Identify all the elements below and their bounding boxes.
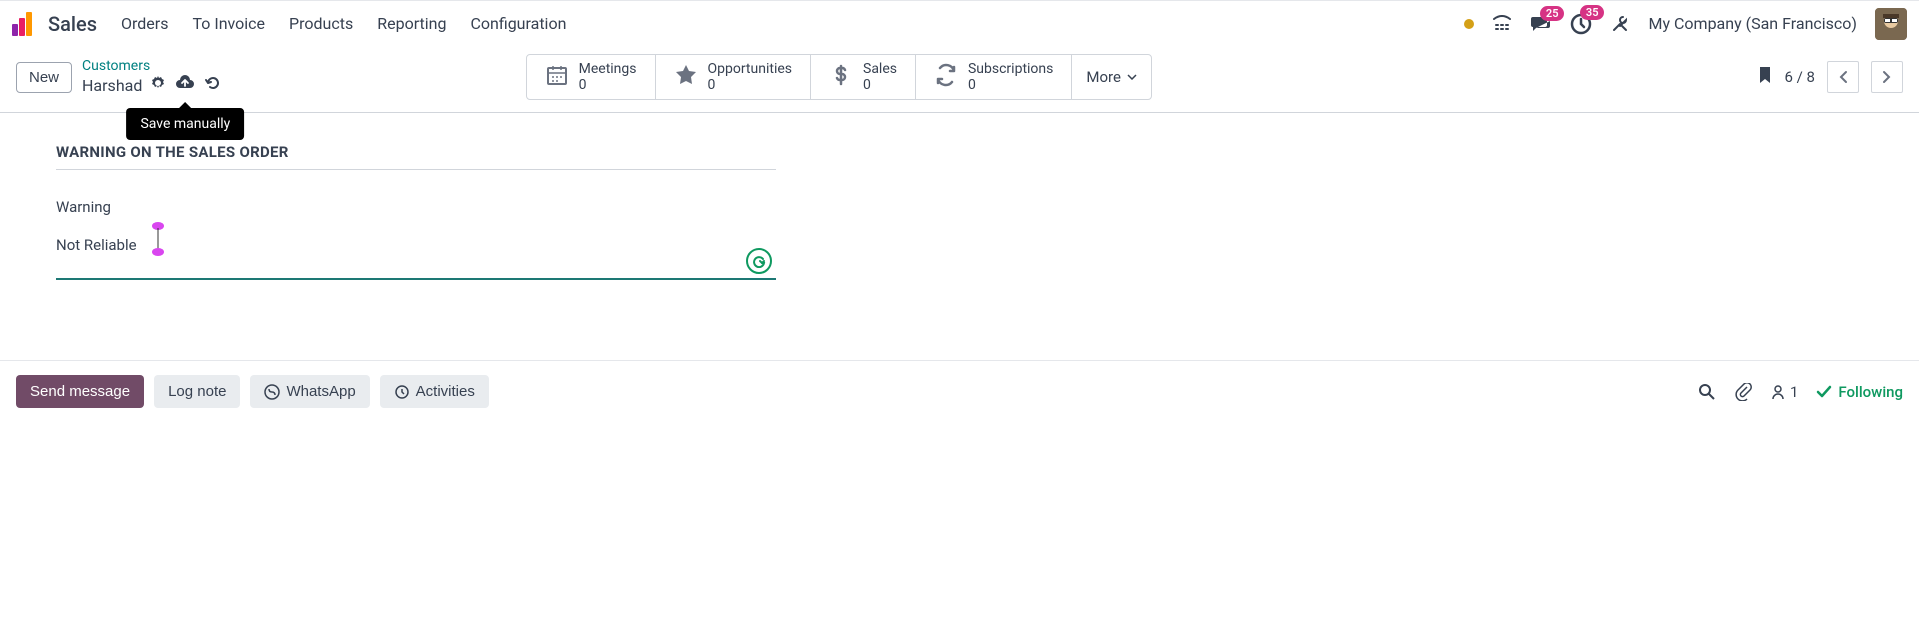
pager-prev-button[interactable]: [1827, 61, 1859, 93]
refresh-icon: [934, 63, 958, 91]
person-icon: [1770, 384, 1786, 400]
discard-icon[interactable]: [204, 74, 222, 96]
user-avatar[interactable]: [1875, 8, 1907, 40]
caret-down-icon: [1127, 74, 1137, 80]
stat-label: Sales: [863, 61, 897, 77]
bookmark-icon[interactable]: [1758, 66, 1772, 88]
check-icon: [1816, 385, 1832, 399]
tray-icon[interactable]: [1492, 15, 1512, 33]
grammarly-icon[interactable]: [746, 248, 772, 274]
followers-button[interactable]: 1: [1770, 383, 1798, 401]
stat-value: 0: [968, 77, 1053, 93]
breadcrumb-current: Harshad: [82, 76, 142, 95]
top-navbar: Sales Orders To Invoice Products Reporti…: [0, 0, 1919, 46]
stat-value: 0: [579, 77, 637, 93]
stat-sales[interactable]: Sales 0: [811, 55, 916, 99]
app-name[interactable]: Sales: [48, 12, 97, 36]
control-panel: New Customers Harshad Save manually Meet…: [0, 46, 1919, 113]
warning-label: Warning: [56, 198, 776, 216]
pager-next-button[interactable]: [1871, 61, 1903, 93]
messages-icon[interactable]: 25: [1530, 14, 1552, 34]
whatsapp-icon: [264, 384, 280, 400]
stat-value: 0: [708, 77, 793, 93]
menu-configuration[interactable]: Configuration: [470, 14, 566, 33]
log-note-button[interactable]: Log note: [154, 375, 240, 408]
stat-value: 0: [863, 77, 897, 93]
stat-more[interactable]: More: [1072, 55, 1151, 99]
gear-icon[interactable]: [150, 75, 166, 95]
more-label: More: [1086, 68, 1121, 86]
status-indicator-icon: [1464, 19, 1474, 29]
warning-input[interactable]: [56, 236, 776, 254]
breadcrumb: Customers Harshad Save manually: [82, 58, 222, 96]
send-message-button[interactable]: Send message: [16, 375, 144, 408]
dollar-icon: [829, 63, 853, 91]
whatsapp-button[interactable]: WhatsApp: [250, 375, 369, 408]
menu-to-invoice[interactable]: To Invoice: [192, 14, 265, 33]
menu-reporting[interactable]: Reporting: [377, 14, 446, 33]
stat-label: Subscriptions: [968, 61, 1053, 77]
main-menu: Orders To Invoice Products Reporting Con…: [121, 14, 566, 33]
search-icon[interactable]: [1698, 383, 1716, 401]
stat-buttons: Meetings 0 Opportunities 0 Sales 0: [526, 54, 1152, 100]
breadcrumb-parent[interactable]: Customers: [82, 58, 222, 74]
stat-label: Meetings: [579, 61, 637, 77]
following-button[interactable]: Following: [1816, 383, 1903, 401]
stat-subscriptions[interactable]: Subscriptions 0: [916, 55, 1072, 99]
activities-icon[interactable]: 35: [1570, 13, 1592, 35]
save-tooltip: Save manually: [126, 108, 244, 140]
pager: 6 / 8: [1758, 61, 1903, 93]
new-button[interactable]: New: [16, 62, 72, 93]
activities-button[interactable]: Activities: [380, 375, 489, 408]
activities-badge: 35: [1580, 5, 1605, 20]
section-title: WARNING ON THE SALES ORDER: [56, 143, 776, 170]
chatter-toolbar: Send message Log note WhatsApp Activitie…: [0, 360, 1919, 422]
stat-opportunities[interactable]: Opportunities 0: [656, 55, 812, 99]
star-icon: [674, 63, 698, 91]
attachment-icon[interactable]: [1734, 383, 1752, 401]
calendar-icon: [545, 63, 569, 91]
form-content: WARNING ON THE SALES ORDER Warning: [16, 113, 1903, 300]
pager-text[interactable]: 6 / 8: [1784, 68, 1815, 86]
menu-orders[interactable]: Orders: [121, 14, 168, 33]
app-logo[interactable]: [12, 12, 32, 36]
stat-label: Opportunities: [708, 61, 793, 77]
tools-icon[interactable]: [1610, 14, 1630, 34]
company-selector[interactable]: My Company (San Francisco): [1648, 14, 1857, 33]
save-icon[interactable]: Save manually: [174, 74, 196, 96]
menu-products[interactable]: Products: [289, 14, 353, 33]
stat-meetings[interactable]: Meetings 0: [527, 55, 656, 99]
messages-badge: 25: [1540, 6, 1565, 21]
clock-icon: [394, 384, 410, 400]
